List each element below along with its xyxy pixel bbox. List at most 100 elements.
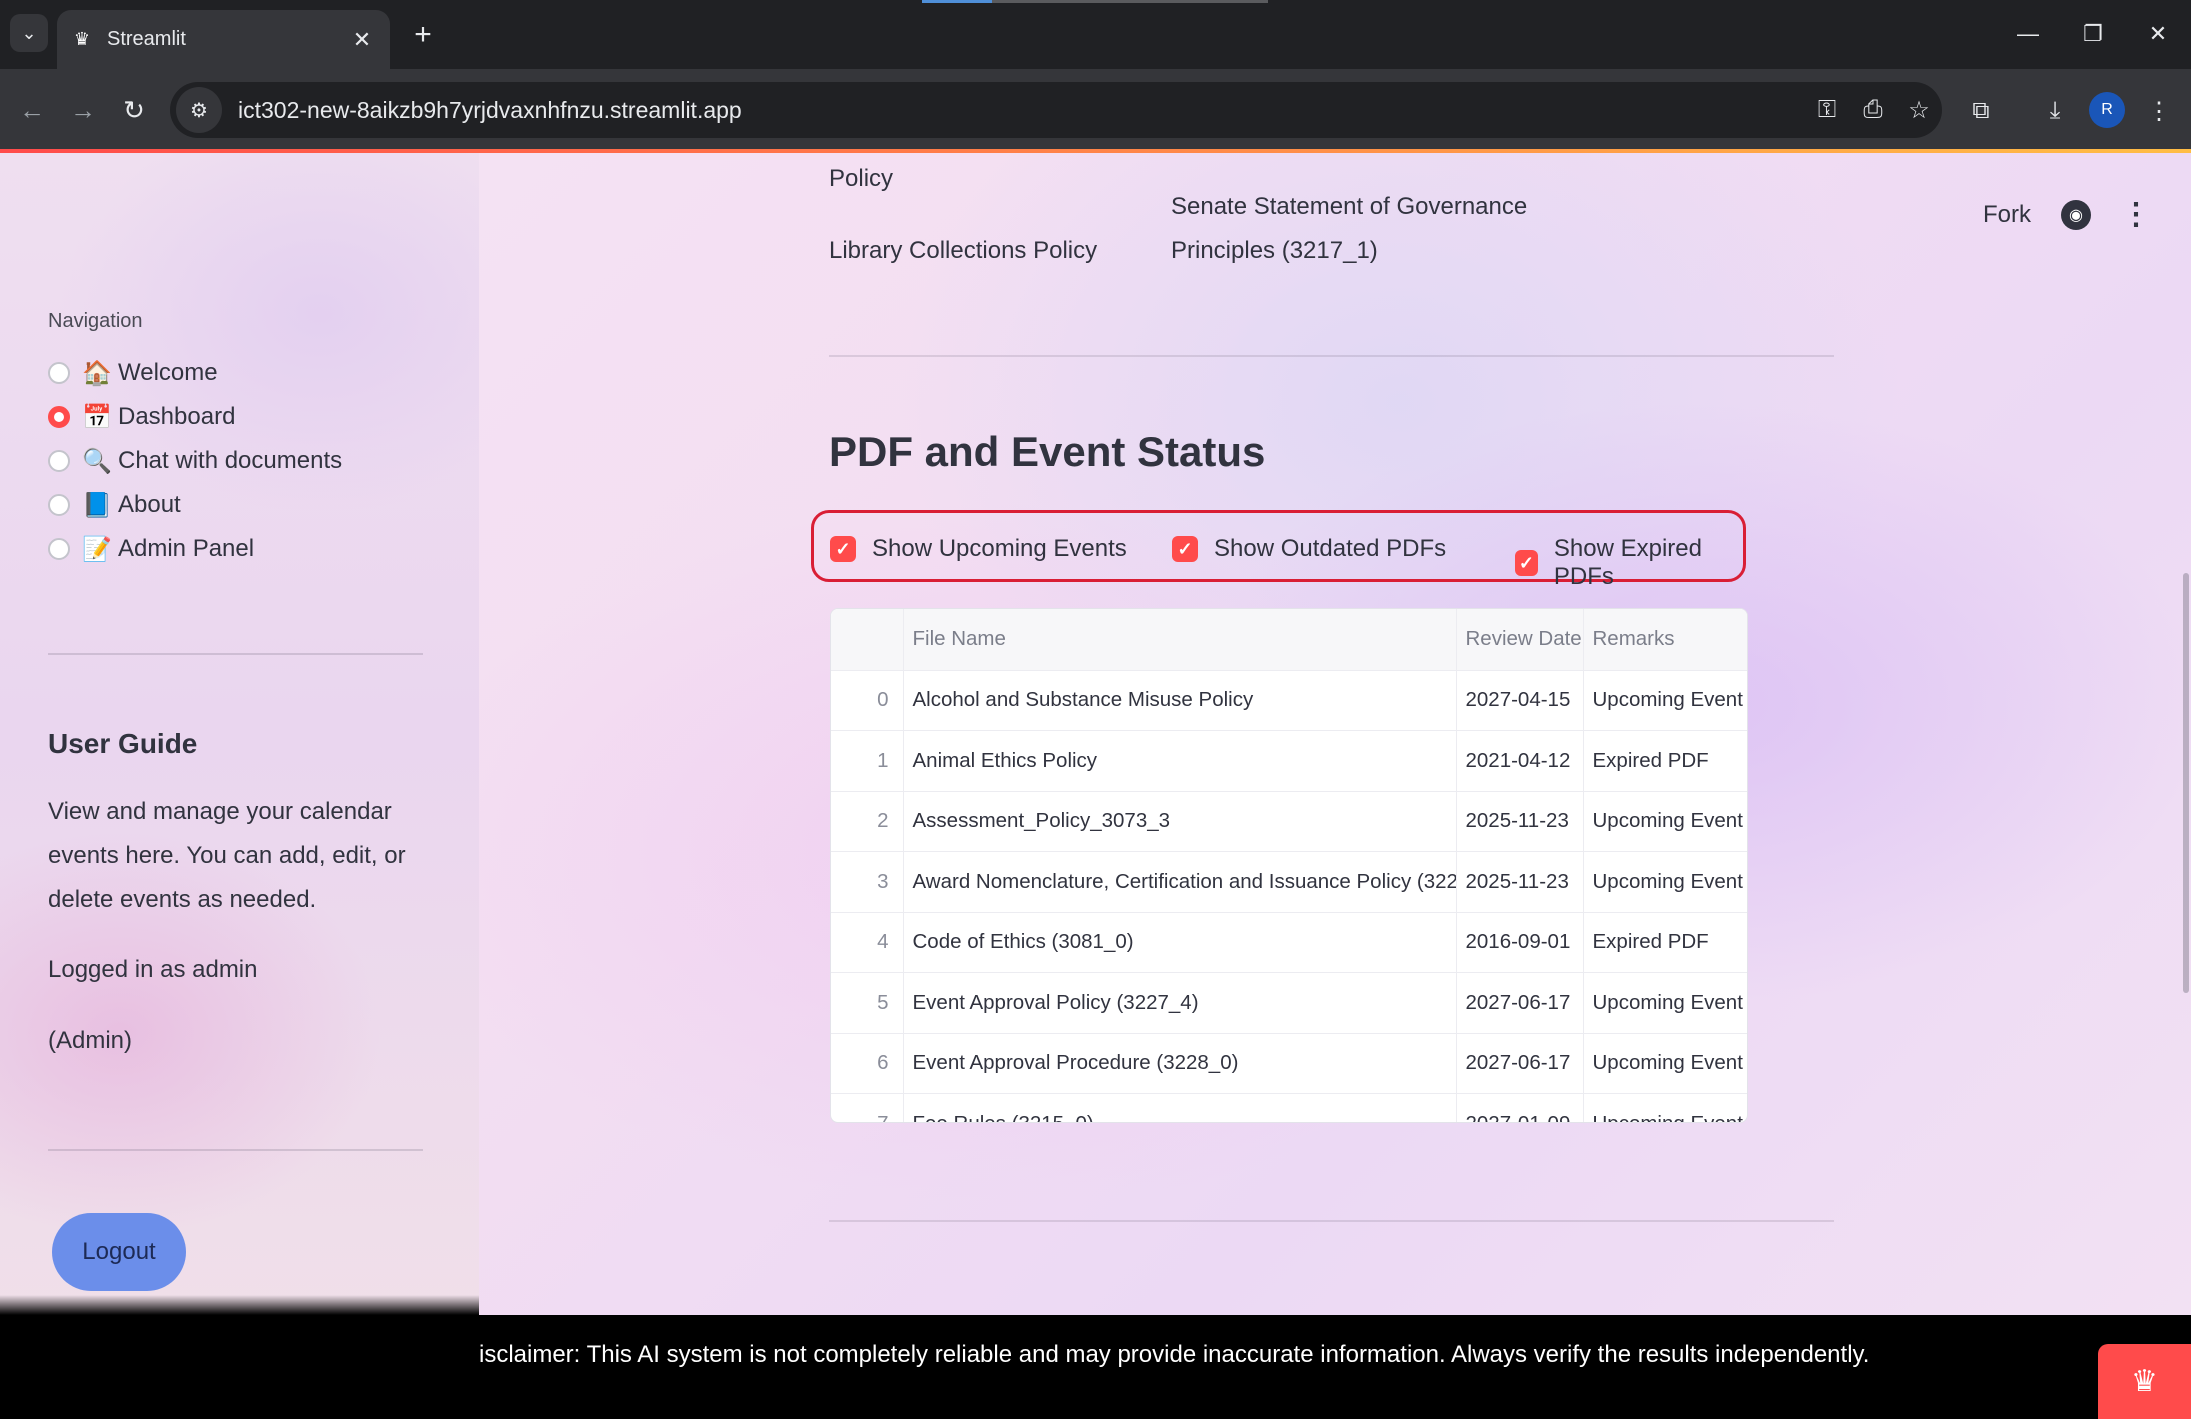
browser-tab-bar: ⌄ ♛ Streamlit ✕ + — ❐ ✕ <box>0 0 2191 69</box>
fork-button[interactable]: Fork <box>1983 201 2031 229</box>
radio-button[interactable] <box>48 362 70 384</box>
table-row[interactable]: 2 Assessment_Policy_3073_3 2025-11-23 Up… <box>831 791 1747 852</box>
table-row[interactable]: 6 Event Approval Procedure (3228_0) 2027… <box>831 1033 1747 1094</box>
role-text: (Admin) <box>48 1027 133 1054</box>
memo-icon: 📝 <box>82 535 112 563</box>
show-expired-pdfs-checkbox[interactable]: ✓ Show Expired PDFs <box>1515 535 1743 591</box>
cell-remarks[interactable]: Expired PDF <box>1583 730 1747 792</box>
browser-tab[interactable]: ♛ Streamlit ✕ <box>57 10 390 69</box>
cell-remarks[interactable]: Upcoming Event <box>1583 1033 1747 1094</box>
page-scrollbar[interactable] <box>2183 573 2189 993</box>
tab-search-button[interactable]: ⌄ <box>10 14 48 52</box>
column-header-index[interactable] <box>831 609 904 671</box>
checkmark-icon[interactable]: ✓ <box>1172 536 1198 562</box>
cell-review-date[interactable]: 2025-11-23 <box>1456 851 1584 913</box>
download-icon[interactable]: ⤓ <box>2034 90 2076 132</box>
browser-menu-icon[interactable]: ⋮ <box>2138 90 2180 132</box>
cell-remarks[interactable]: Upcoming Event <box>1583 1093 1747 1122</box>
table-row[interactable]: 3 Award Nomenclature, Certification and … <box>831 851 1747 913</box>
restore-icon[interactable]: ❐ <box>2071 14 2115 54</box>
radio-button[interactable] <box>48 494 70 516</box>
app-header-actions: Fork ◉ ⋮ <box>1983 197 2151 232</box>
cell-review-date[interactable]: 2027-06-17 <box>1456 1033 1584 1094</box>
cell-remarks[interactable]: Upcoming Event <box>1583 851 1747 913</box>
cell-file-name[interactable]: Award Nomenclature, Certification and Is… <box>903 851 1457 913</box>
install-app-icon[interactable]: ⎙ <box>1850 96 1896 124</box>
table-row[interactable]: 7 Fee Rules (3215_0) 2027-01-09 Upcoming… <box>831 1093 1747 1122</box>
bookmark-star-icon[interactable]: ☆ <box>1896 96 1942 125</box>
github-icon[interactable]: ◉ <box>2061 199 2091 230</box>
cell-file-name[interactable]: Animal Ethics Policy <box>903 730 1457 792</box>
forward-icon[interactable]: → <box>63 90 103 130</box>
cell-review-date[interactable]: 2016-09-01 <box>1456 912 1584 973</box>
nav-item-about[interactable]: 📘 About <box>48 487 181 523</box>
address-bar[interactable]: ⚙ ict302-new-8aikzb9h7yrjdvaxnhfnzu.stre… <box>170 82 1942 138</box>
sidebar-bottom-shade <box>0 1315 479 1419</box>
nav-item-dashboard[interactable]: 📅 Dashboard <box>48 399 235 435</box>
checkbox-label: Show Upcoming Events <box>872 535 1127 562</box>
disclaimer-bar: isclaimer: This AI system is not complet… <box>479 1315 2191 1419</box>
table-row[interactable]: 1 Animal Ethics Policy 2021-04-12 Expire… <box>831 730 1747 792</box>
site-info-icon[interactable]: ⚙ <box>176 87 222 133</box>
filter-checkbox-group: ✓ Show Upcoming Events ✓ Show Outdated P… <box>811 510 1746 590</box>
checkmark-icon[interactable]: ✓ <box>1515 550 1538 576</box>
cell-review-date[interactable]: 2025-11-23 <box>1456 791 1584 852</box>
cell-remarks[interactable]: Upcoming Event <box>1583 972 1747 1034</box>
browser-toolbar: ← → ↻ ⚙ ict302-new-8aikzb9h7yrjdvaxnhfnz… <box>0 69 2191 151</box>
extensions-icon[interactable]: ⧉ <box>1960 90 2002 132</box>
cell-file-name[interactable]: Code of Ethics (3081_0) <box>903 912 1457 973</box>
logout-button[interactable]: Logout <box>52 1213 186 1291</box>
column-header-remarks[interactable]: Remarks <box>1583 609 1747 671</box>
url-text[interactable]: ict302-new-8aikzb9h7yrjdvaxnhfnzu.stream… <box>238 97 1804 124</box>
streamlit-crown-icon: ♛ <box>73 29 91 49</box>
radio-button[interactable] <box>48 450 70 472</box>
password-key-icon[interactable]: ⚿ <box>1804 96 1850 124</box>
user-guide-text: View and manage your calendar events her… <box>48 798 406 913</box>
pdf-status-table[interactable]: File Name Review Date Remarks 0 Alcohol … <box>830 608 1748 1123</box>
row-index: 3 <box>831 851 904 913</box>
streamlit-app: Navigation 🏠 Welcome 📅 Dashboard 🔍 Chat … <box>0 153 2191 1315</box>
back-icon[interactable]: ← <box>12 90 52 130</box>
checkmark-icon[interactable]: ✓ <box>830 536 856 562</box>
cell-file-name[interactable]: Event Approval Procedure (3228_0) <box>903 1033 1457 1094</box>
tab-close-icon[interactable]: ✕ <box>348 27 376 53</box>
reload-icon[interactable]: ↻ <box>114 90 154 130</box>
nav-item-chat[interactable]: 🔍 Chat with documents <box>48 443 342 479</box>
streamlit-crown-icon[interactable]: ♛ <box>2098 1344 2191 1419</box>
cell-review-date[interactable]: 2027-04-15 <box>1456 670 1584 731</box>
tab-title: Streamlit <box>107 28 186 50</box>
cell-file-name[interactable]: Assessment_Policy_3073_3 <box>903 791 1457 852</box>
nav-item-welcome[interactable]: 🏠 Welcome <box>48 355 218 391</box>
cell-file-name[interactable]: Fee Rules (3215_0) <box>903 1093 1457 1122</box>
section-divider <box>829 1220 1834 1222</box>
column-header-review-date[interactable]: Review Date <box>1456 609 1584 671</box>
table-row[interactable]: 4 Code of Ethics (3081_0) 2016-09-01 Exp… <box>831 912 1747 973</box>
new-tab-button[interactable]: + <box>404 16 442 54</box>
show-upcoming-events-checkbox[interactable]: ✓ Show Upcoming Events <box>830 535 1127 563</box>
cell-file-name[interactable]: Event Approval Policy (3227_4) <box>903 972 1457 1034</box>
nav-item-label: Dashboard <box>118 403 236 430</box>
cell-review-date[interactable]: 2021-04-12 <box>1456 730 1584 792</box>
cell-file-name[interactable]: Alcohol and Substance Misuse Policy <box>903 670 1457 731</box>
cell-review-date[interactable]: 2027-01-09 <box>1456 1093 1584 1122</box>
table-row[interactable]: 5 Event Approval Policy (3227_4) 2027-06… <box>831 972 1747 1034</box>
cell-remarks[interactable]: Upcoming Event <box>1583 791 1747 852</box>
table-row[interactable]: 0 Alcohol and Substance Misuse Policy 20… <box>831 670 1747 731</box>
nav-item-admin-panel[interactable]: 📝 Admin Panel <box>48 531 254 567</box>
cell-remarks[interactable]: Expired PDF <box>1583 912 1747 973</box>
cell-review-date[interactable]: 2027-06-17 <box>1456 972 1584 1034</box>
calendar-icon: 📅 <box>82 403 112 431</box>
policy-item: Policy <box>829 165 894 192</box>
window-close-icon[interactable]: ✕ <box>2136 14 2180 54</box>
checkbox-label: Show Outdated PDFs <box>1214 535 1447 562</box>
show-outdated-pdfs-checkbox[interactable]: ✓ Show Outdated PDFs <box>1172 535 1446 563</box>
sidebar-fade <box>0 1295 479 1315</box>
row-index: 7 <box>831 1093 904 1122</box>
column-header-file-name[interactable]: File Name <box>903 609 1457 671</box>
radio-button-selected[interactable] <box>48 406 70 428</box>
app-menu-icon[interactable]: ⋮ <box>2121 197 2151 232</box>
cell-remarks[interactable]: Upcoming Event <box>1583 670 1747 731</box>
minimize-icon[interactable]: — <box>2006 14 2050 54</box>
profile-avatar[interactable]: R <box>2089 92 2125 128</box>
radio-button[interactable] <box>48 538 70 560</box>
